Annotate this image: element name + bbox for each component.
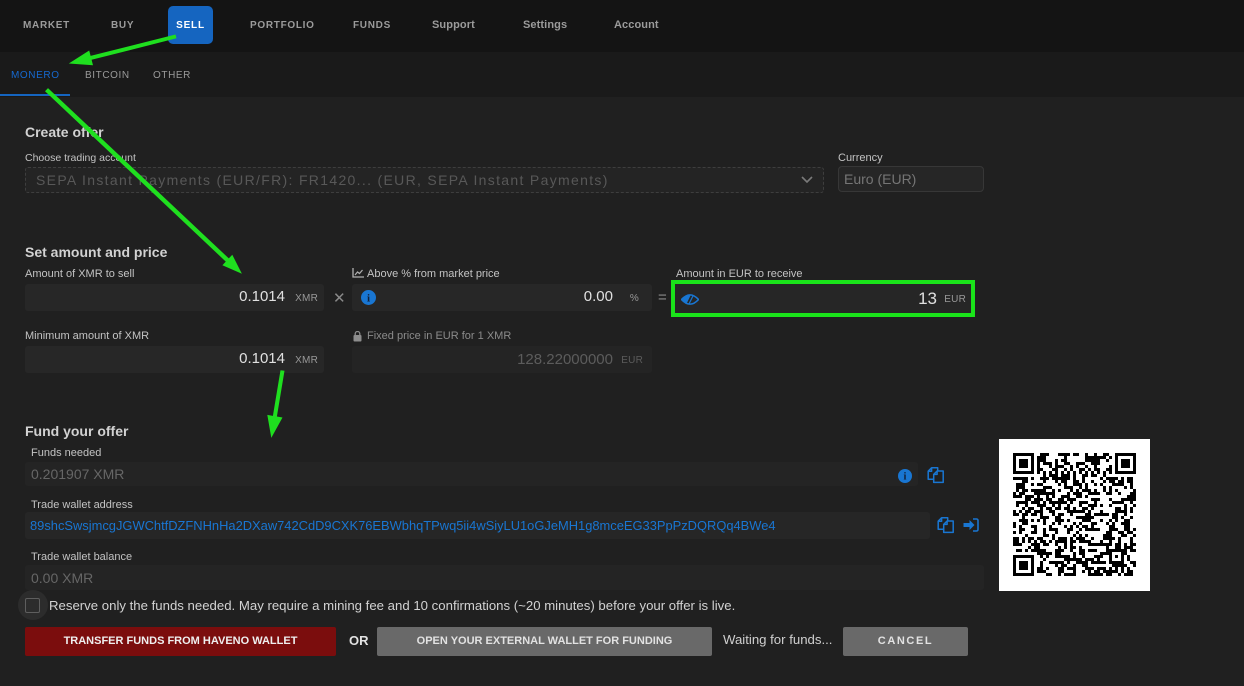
svg-text:i: i [367, 292, 370, 304]
svg-text:i: i [904, 472, 907, 483]
